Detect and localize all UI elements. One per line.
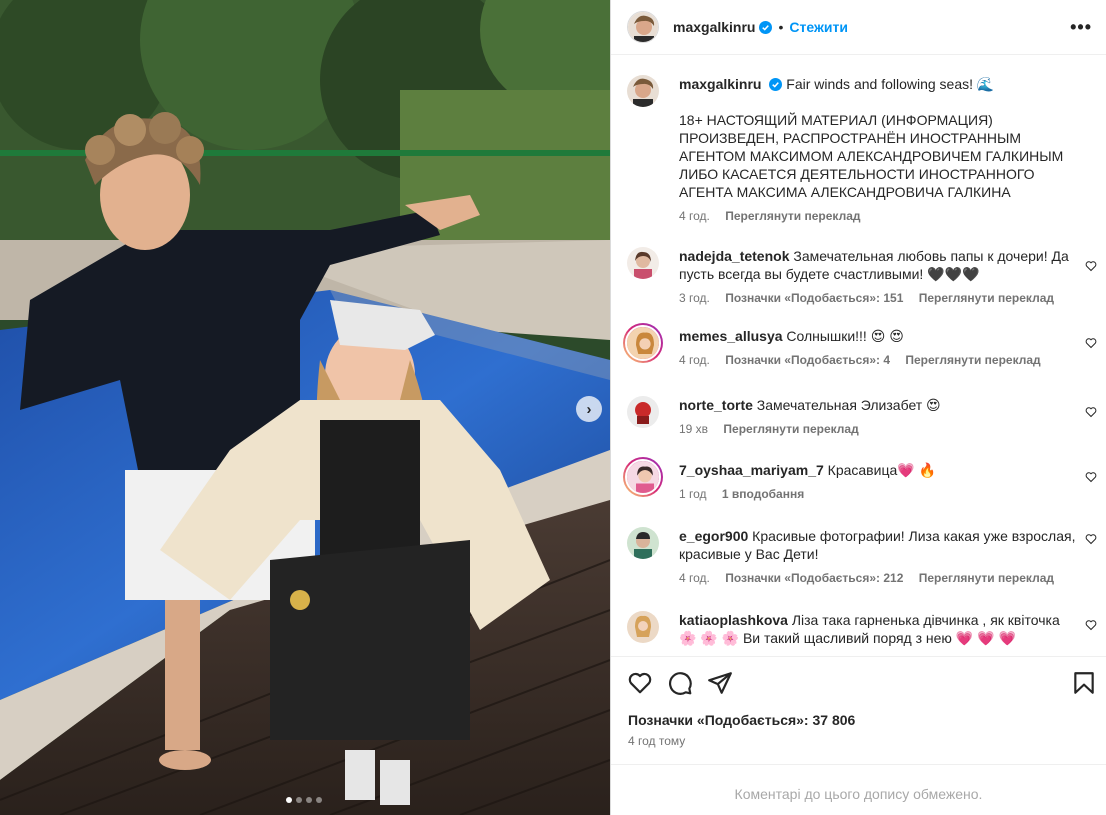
comment-likes[interactable]: Позначки «Подобається»: 212	[725, 571, 903, 585]
translate-link[interactable]: Переглянути переклад	[919, 291, 1054, 305]
translate-link[interactable]: Переглянути переклад	[919, 571, 1054, 585]
author-avatar[interactable]	[627, 11, 659, 43]
separator-dot: •	[778, 19, 784, 35]
comment-text: Солнышки!!! 😍 😍	[786, 328, 904, 344]
heart-icon[interactable]	[1085, 619, 1097, 631]
post-time[interactable]: 4 год тому	[628, 734, 685, 748]
comment-text: Красавица💗 🔥	[827, 462, 937, 478]
comment-username[interactable]: memes_allusya	[679, 328, 783, 344]
carousel-dots	[286, 797, 322, 803]
verified-badge-icon	[769, 78, 783, 91]
caption-time[interactable]: 4 год.	[679, 209, 710, 223]
author-username[interactable]: maxgalkinru	[673, 19, 755, 35]
comment-username[interactable]: 7_oyshaa_mariyam_7	[679, 462, 824, 478]
author-avatar[interactable]	[627, 75, 659, 107]
commenter-avatar[interactable]	[627, 247, 659, 279]
commenter-avatar[interactable]	[627, 527, 659, 559]
post-actions	[627, 670, 1097, 696]
comment-username[interactable]: norte_torte	[679, 397, 753, 413]
post-photo[interactable]: ›	[0, 0, 610, 815]
heart-icon[interactable]	[1085, 533, 1097, 545]
translate-link[interactable]: Переглянути переклад	[725, 209, 860, 223]
verified-badge-icon	[759, 20, 773, 34]
comment-username[interactable]: e_egor900	[679, 528, 748, 544]
post-photo-illustration	[0, 0, 610, 815]
comments-list[interactable]: maxgalkinru Fair winds and following sea…	[611, 56, 1106, 656]
post-side-panel: maxgalkinru • Стежити ••• maxgalkinru Fa…	[611, 0, 1106, 815]
heart-icon[interactable]	[1085, 337, 1097, 349]
commenter-avatar[interactable]	[627, 396, 659, 428]
heart-icon[interactable]	[1085, 471, 1097, 483]
follow-button[interactable]: Стежити	[789, 19, 848, 35]
comment-time[interactable]: 1 год	[679, 487, 707, 501]
comment-likes[interactable]: Позначки «Подобається»: 151	[725, 291, 903, 305]
heart-icon[interactable]	[1085, 406, 1097, 418]
comment-text: Замечательная Элизабет 😍	[756, 397, 941, 413]
carousel-dot	[316, 797, 322, 803]
footer-divider	[611, 764, 1106, 765]
post-header: maxgalkinru • Стежити •••	[611, 0, 1106, 55]
commenter-avatar[interactable]	[623, 457, 663, 497]
carousel-dot	[286, 797, 292, 803]
caption-body: 18+ НАСТОЯЩИЙ МАТЕРИАЛ (ИНФОРМАЦИЯ) ПРОИ…	[679, 112, 1064, 200]
actions-divider	[611, 656, 1106, 657]
carousel-dot	[306, 797, 312, 803]
comment-icon[interactable]	[667, 670, 693, 696]
commenter-avatar[interactable]	[623, 323, 663, 363]
comment-likes[interactable]: Позначки «Подобається»: 4	[725, 353, 890, 367]
more-options-icon[interactable]: •••	[1070, 17, 1092, 38]
comments-limited-notice: Коментарі до цього допису обмежено.	[734, 786, 983, 802]
caption-title: Fair winds and following seas! 🌊	[786, 76, 995, 92]
commenter-avatar[interactable]	[627, 611, 659, 643]
comment-username[interactable]: nadejda_tetenok	[679, 248, 789, 264]
heart-icon[interactable]	[627, 670, 653, 696]
comment-time[interactable]: 4 год.	[679, 353, 710, 367]
translate-link[interactable]: Переглянути переклад	[723, 422, 858, 436]
heart-icon[interactable]	[1085, 260, 1097, 272]
comment-username[interactable]: katiaoplashkova	[679, 612, 788, 628]
comment-time[interactable]: 4 год.	[679, 571, 710, 585]
comment-likes[interactable]: 1 вподобання	[722, 487, 804, 501]
caption-username[interactable]: maxgalkinru	[679, 76, 761, 92]
comment-time[interactable]: 3 год.	[679, 291, 710, 305]
share-icon[interactable]	[707, 670, 733, 696]
translate-link[interactable]: Переглянути переклад	[905, 353, 1040, 367]
likes-count[interactable]: Позначки «Подобається»: 37 806	[628, 712, 855, 728]
chevron-right-icon: ›	[586, 400, 592, 418]
bookmark-icon[interactable]	[1071, 670, 1097, 696]
comment-time[interactable]: 19 хв	[679, 422, 708, 436]
carousel-dot	[296, 797, 302, 803]
carousel-next-button[interactable]: ›	[576, 396, 602, 422]
